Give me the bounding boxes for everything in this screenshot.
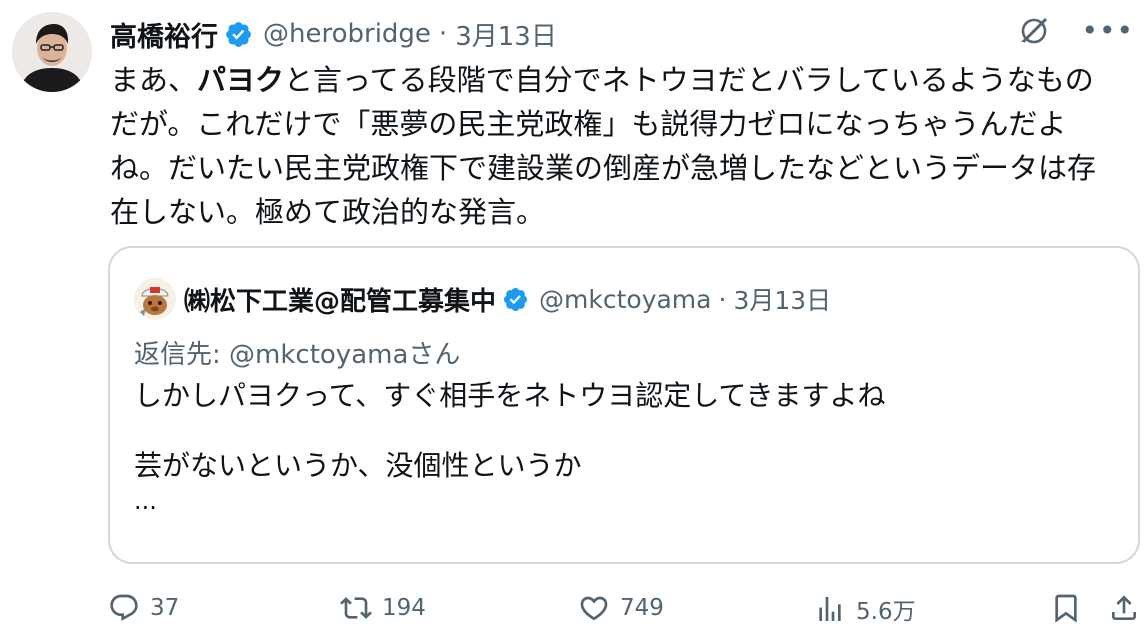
tweet-text: まあ、パヨクと言ってる段階で自分でネトウヨだとバラしているようなものだが。これだ… — [110, 58, 1120, 234]
author-name[interactable]: 高橋裕行 — [110, 15, 218, 54]
repost-button[interactable]: 194 — [340, 592, 426, 624]
like-count: 749 — [620, 595, 664, 621]
more-icon[interactable]: ••• — [1081, 14, 1134, 48]
quoted-reply-to: 返信先: @mkctoyamaさん — [134, 340, 461, 370]
top-actions: ••• — [1017, 14, 1134, 48]
tweet-header: 高橋裕行 @herobridge · 3月13日 — [110, 14, 557, 54]
author-avatar[interactable] — [12, 12, 92, 92]
quoted-separator: · — [718, 284, 727, 314]
quoted-author-name[interactable]: ㈱松下工業@配管工募集中 — [184, 281, 496, 318]
like-icon — [578, 592, 610, 624]
tweet-date[interactable]: 3月13日 — [455, 16, 557, 53]
reply-count: 37 — [150, 595, 180, 621]
share-button[interactable] — [1108, 592, 1140, 624]
quoted-tweet[interactable]: ㈱松下工業@配管工募集中 @mkctoyama · 3月13日 返信先: @mk… — [108, 246, 1140, 564]
quoted-author-avatar — [134, 278, 176, 320]
reply-button[interactable]: 37 — [108, 592, 179, 624]
quoted-tweet-date: 3月13日 — [733, 286, 832, 315]
bookmark-button[interactable] — [1050, 592, 1082, 624]
verified-badge-icon[interactable] — [224, 20, 253, 49]
quoted-body-line-2: 芸がないというか、没個性というか — [134, 449, 582, 482]
share-icon — [1108, 592, 1140, 624]
quoted-author-handle: @mkctoyama — [539, 284, 712, 314]
quoted-tweet-body: しかしパヨクって、すぐ相手をネトウヨ認定してきますよね 芸がないというか、没個性… — [134, 376, 886, 516]
bookmark-icon — [1050, 592, 1082, 624]
views-count: 5.6万 — [856, 599, 916, 625]
like-button[interactable]: 749 — [578, 592, 664, 624]
author-handle[interactable]: @herobridge — [263, 19, 431, 49]
repost-icon — [340, 592, 372, 624]
views-button[interactable]: 5.6万 — [814, 592, 916, 626]
views-icon — [814, 593, 846, 625]
tweet-text-prefix: まあ、 — [110, 63, 198, 97]
repost-count: 194 — [382, 595, 426, 621]
separator: · — [438, 19, 448, 49]
quoted-verified-badge-icon — [502, 286, 529, 313]
grok-icon[interactable] — [1017, 14, 1051, 48]
quoted-body-ellipsis: ... — [134, 487, 157, 515]
action-bar: 37 194 749 5.6万 — [108, 588, 1138, 634]
reply-icon — [108, 592, 140, 624]
quoted-body-line-1: しかしパヨクって、すぐ相手をネトウヨ認定してきますよね — [134, 379, 886, 412]
tweet-text-bold: パヨク — [197, 63, 285, 97]
quoted-tweet-header: ㈱松下工業@配管工募集中 @mkctoyama · 3月13日 — [134, 278, 831, 320]
